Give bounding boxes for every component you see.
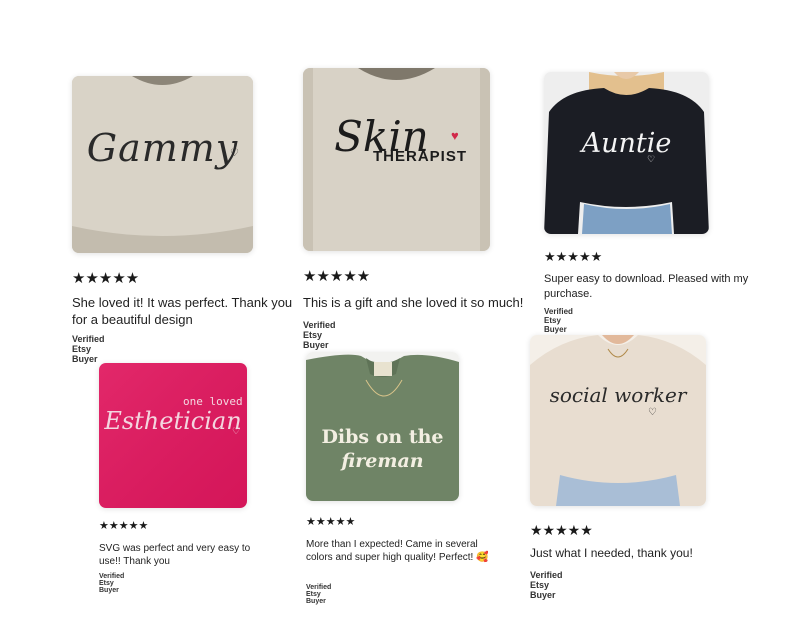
star-icon: ★★★★★ (544, 249, 603, 264)
shirt-print-text: social worker (549, 383, 687, 407)
review-text: SVG was perfect and very easy to use!! T… (99, 543, 251, 568)
heart-icon: ♡ (647, 154, 656, 164)
product-photo[interactable]: Skin ♥ THERAPIST (303, 68, 490, 251)
star-rating: ★★★★★ (530, 523, 593, 537)
star-rating: ★★★★★ (99, 521, 148, 532)
review-text: More than I expected! Came in several co… (306, 539, 489, 564)
product-photo[interactable]: Dibs on the fireman (306, 352, 459, 501)
star-rating: ★★★★★ (306, 517, 355, 528)
buyer-label: Verified Etsy Buyer (99, 573, 125, 594)
star-rating: ★★★★★ (544, 250, 602, 263)
star-icon: ★★★★★ (99, 520, 149, 532)
product-photo[interactable]: social worker ♡ (530, 335, 706, 506)
shirt-print-text: Auntie (581, 128, 672, 159)
star-rating: ★★★★★ (72, 271, 139, 286)
shirt-print-subtext: fireman (341, 450, 424, 472)
review-text: This is a gift and she loved it so much! (303, 295, 524, 310)
buyer-label: Verified Etsy Buyer (306, 584, 332, 605)
shirt-print-text: Esthetician (104, 407, 242, 435)
star-icon: ★★★★★ (72, 270, 140, 287)
buyer-label: Verified Etsy Buyer (544, 307, 573, 334)
review-text: Super easy to download. Pleased with my … (544, 273, 749, 300)
shirt-print-text: Dibs on the (321, 426, 444, 448)
shirt-print-text: Gammy (86, 126, 239, 170)
product-photo[interactable]: Gammy ♡ (72, 76, 253, 253)
star-icon: ★★★★★ (530, 522, 593, 538)
buyer-label: Verified Etsy Buyer (303, 320, 336, 350)
product-photo[interactable]: one loved Esthetician ♡ (99, 363, 247, 508)
star-icon: ★★★★★ (303, 268, 371, 285)
buyer-label: Verified Etsy Buyer (530, 570, 563, 600)
review-text: Just what I needed, thank you! (530, 546, 693, 560)
star-icon: ★★★★★ (306, 516, 356, 528)
heart-icon: ♡ (648, 407, 657, 418)
heart-icon: ♡ (230, 148, 239, 159)
star-rating: ★★★★★ (303, 269, 370, 284)
shirt-image (99, 363, 247, 508)
product-photo[interactable]: Auntie ♡ (544, 72, 709, 234)
shirt-image (530, 335, 706, 506)
heart-icon: ♡ (232, 426, 241, 436)
review-text: She loved it! It was perfect. Thank you … (72, 295, 293, 328)
buyer-label: Verified Etsy Buyer (72, 334, 105, 364)
heart-icon: ♥ (451, 128, 459, 143)
shirt-print-subtext: THERAPIST (373, 148, 468, 165)
